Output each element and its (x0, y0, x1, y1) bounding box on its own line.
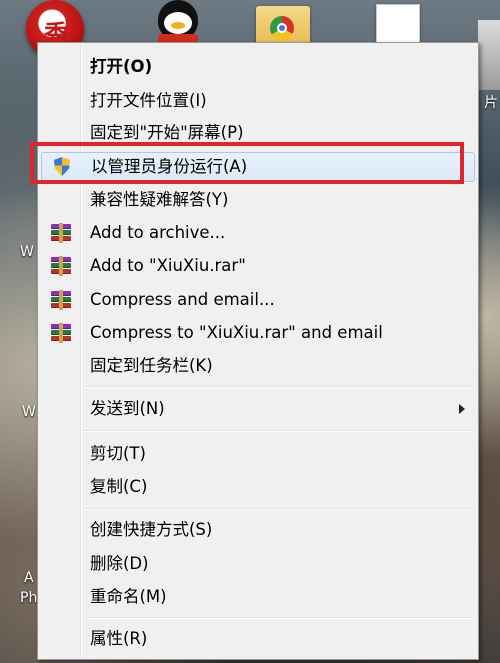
desktop-label[interactable]: A (24, 570, 34, 586)
menu-item-rename[interactable]: 重命名(M) (41, 583, 475, 611)
menu-item-send-to[interactable]: 发送到(N) (41, 395, 475, 423)
menu-item-cut[interactable]: 剪切(T) (41, 440, 475, 468)
menu-item-label: Add to archive... (90, 223, 226, 242)
menu-item-label: 发送到(N) (90, 399, 165, 418)
menu-item-create-shortcut[interactable]: 创建快捷方式(S) (41, 516, 475, 544)
winrar-icon (50, 323, 72, 343)
desktop-label[interactable]: 片 (484, 92, 498, 112)
menu-item-properties[interactable]: 属性(R) (41, 625, 475, 653)
menu-item-compress-and-email[interactable]: Compress and email... (41, 286, 475, 314)
winrar-icon (50, 223, 72, 243)
menu-item-label: Add to "XiuXiu.rar" (90, 256, 246, 275)
menu-item-label: 以管理员身份运行(A) (91, 157, 248, 176)
menu-separator (84, 617, 472, 619)
menu-separator (84, 430, 472, 432)
submenu-arrow-icon (459, 404, 465, 414)
menu-item-label: 固定到"开始"屏幕(P) (90, 123, 244, 142)
menu-item-label: 复制(C) (90, 477, 148, 496)
desktop-label[interactable]: Ph (20, 590, 37, 606)
menu-item-label: 属性(R) (90, 629, 148, 648)
menu-item-label: 剪切(T) (90, 444, 146, 463)
menu-item-label: 打开文件位置(I) (90, 91, 207, 110)
menu-item-label: 创建快捷方式(S) (90, 520, 213, 539)
menu-item-open-file-location[interactable]: 打开文件位置(I) (41, 87, 475, 115)
menu-item-compress-to-rar-and-email[interactable]: Compress to "XiuXiu.rar" and email (41, 319, 475, 347)
menu-item-troubleshoot-compatibility[interactable]: 兼容性疑难解答(Y) (41, 186, 475, 214)
menu-item-label: 重命名(M) (90, 587, 167, 606)
menu-item-add-to-rar[interactable]: Add to "XiuXiu.rar" (41, 252, 475, 280)
menu-item-delete[interactable]: 删除(D) (41, 550, 475, 578)
partial-app-icon[interactable] (478, 20, 500, 90)
menu-item-pin-to-taskbar[interactable]: 固定到任务栏(K) (41, 352, 475, 380)
menu-item-label: 删除(D) (90, 554, 149, 573)
menu-item-label: Compress to "XiuXiu.rar" and email (90, 323, 383, 342)
desktop-label[interactable]: W (22, 404, 36, 420)
menu-item-run-as-admin[interactable]: 以管理员身份运行(A) (41, 152, 475, 182)
menu-separator (84, 508, 472, 510)
winrar-icon (50, 290, 72, 310)
chrome-icon (270, 16, 294, 40)
menu-item-add-to-archive[interactable]: Add to archive... (41, 219, 475, 247)
uac-shield-icon (51, 157, 73, 177)
menu-item-label: 固定到任务栏(K) (90, 356, 213, 375)
desktop-label[interactable]: W (20, 244, 34, 260)
menu-item-copy[interactable]: 复制(C) (41, 473, 475, 501)
menu-item-pin-to-start[interactable]: 固定到"开始"屏幕(P) (41, 119, 475, 147)
menu-item-label: 兼容性疑难解答(Y) (90, 190, 229, 209)
menu-item-label: Compress and email... (90, 290, 275, 309)
context-menu: 打开(O) 打开文件位置(I) 固定到"开始"屏幕(P) 以管理员身份运行(A)… (37, 42, 479, 660)
menu-item-open[interactable]: 打开(O) (41, 53, 475, 81)
menu-item-label: 打开(O) (90, 57, 153, 76)
menu-separator (84, 386, 472, 388)
winrar-icon (50, 256, 72, 276)
